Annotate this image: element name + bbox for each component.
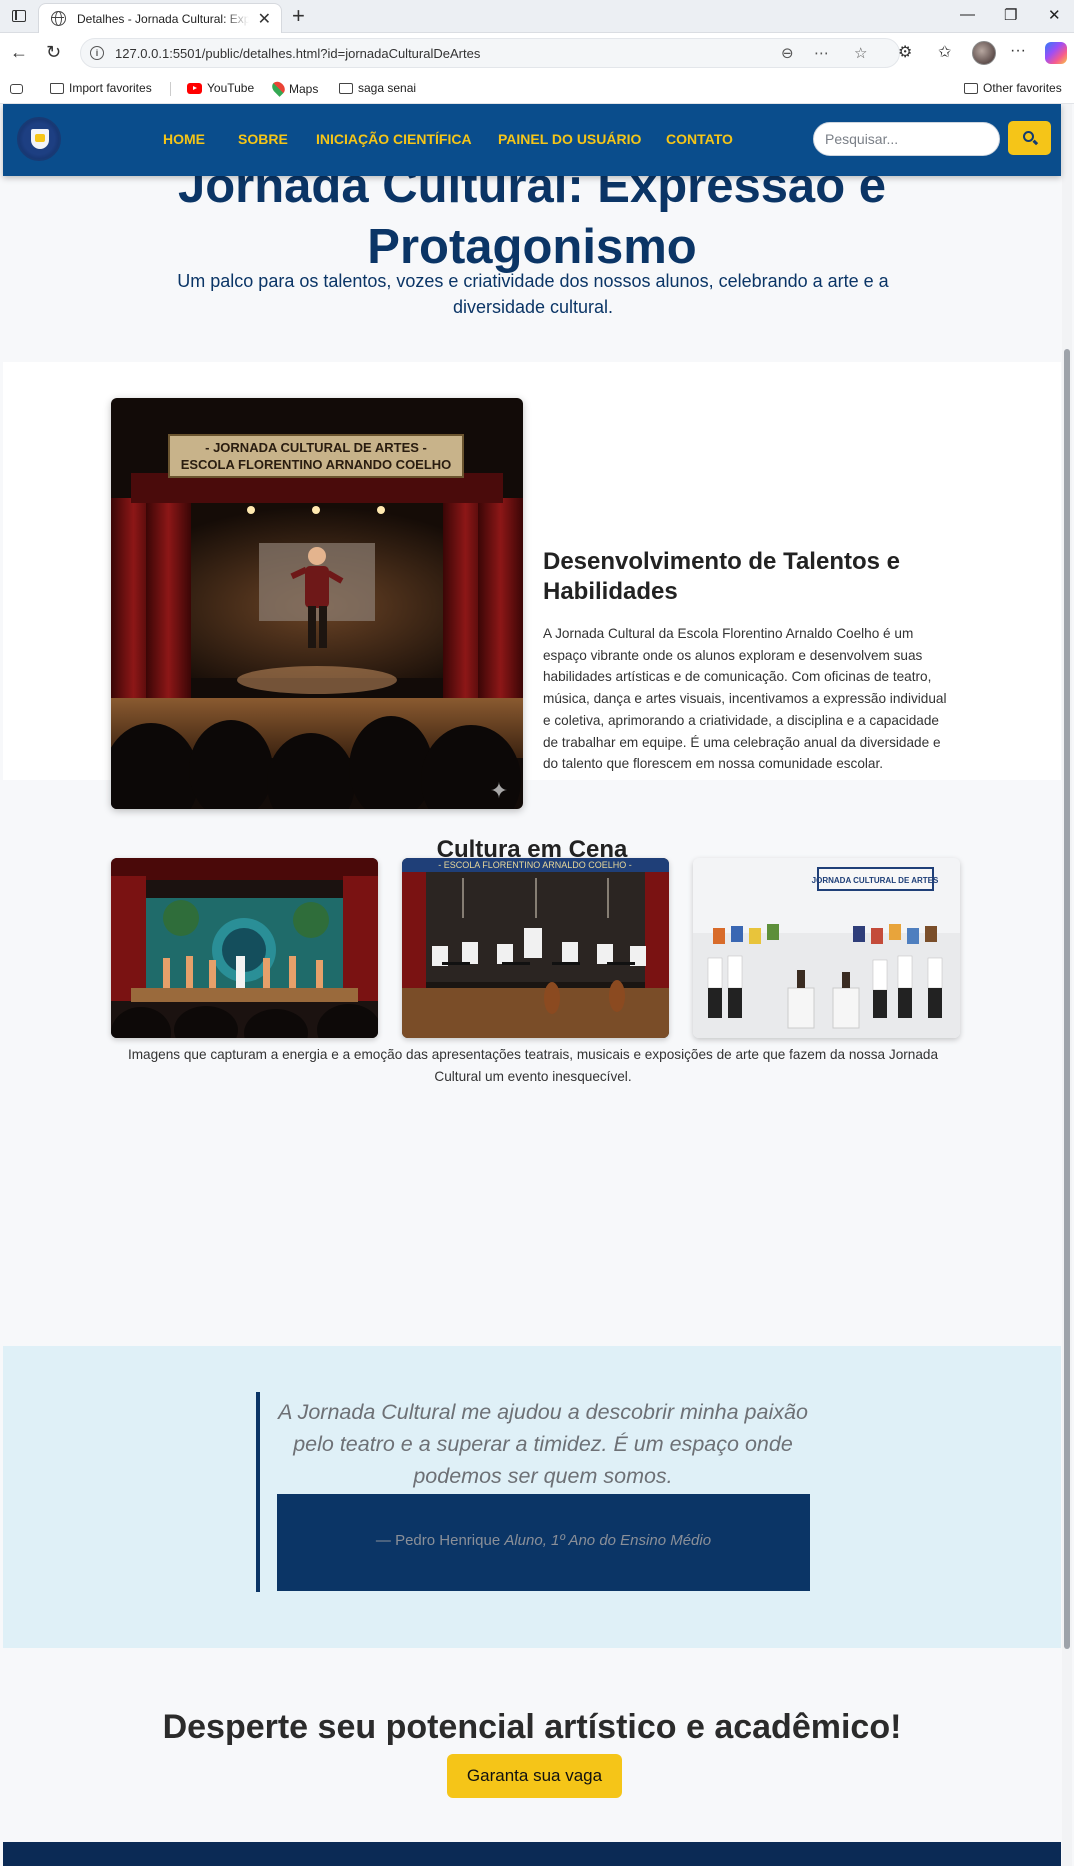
page: HOME SOBRE INICIAÇÃO CIENTÍFICA PAINEL D… — [3, 104, 1061, 1866]
site-header: HOME SOBRE INICIAÇÃO CIENTÍFICA PAINEL D… — [3, 104, 1061, 176]
nav-home[interactable]: HOME — [163, 131, 205, 147]
school-logo[interactable] — [17, 117, 61, 161]
globe-icon — [51, 11, 66, 26]
zoom-icon[interactable]: ⊖ — [781, 44, 794, 62]
bookmark-saga-senai[interactable]: saga senai — [339, 81, 416, 95]
more-menu-icon[interactable]: ··· — [1010, 42, 1026, 60]
page-subtitle: Um palco para os talentos, vozes e criat… — [177, 271, 889, 317]
url-field[interactable]: i 127.0.0.1:5501/public/detalhes.html?id… — [80, 38, 900, 68]
tab-title: Detalhes - Jornada Cultural: Expressão e… — [77, 12, 249, 26]
url-text: 127.0.0.1:5501/public/detalhes.html?id=j… — [115, 46, 481, 61]
back-icon[interactable]: ← — [10, 42, 28, 63]
nav-iniciacao-cientifica[interactable]: INICIAÇÃO CIENTÍFICA — [316, 131, 472, 147]
bookmark-youtube[interactable]: YouTube — [187, 81, 254, 95]
page-viewport: HOME SOBRE INICIAÇÃO CIENTÍFICA PAINEL D… — [0, 104, 1074, 1866]
bookmark-maps[interactable]: Maps — [269, 79, 318, 97]
bookmark-other-favorites[interactable]: Other favorites — [964, 81, 1062, 95]
favorites-icon[interactable]: ✩ — [938, 42, 951, 62]
nav-sobre[interactable]: SOBRE — [238, 131, 288, 147]
folder-icon — [964, 83, 978, 94]
read-aloud-icon[interactable]: ⋯ — [814, 44, 829, 62]
gallery-caption: Imagens que capturam a energia e a emoçã… — [127, 1047, 939, 1084]
minimize-icon[interactable]: — — [960, 6, 975, 23]
testimonial-author: — Pedro Henrique Aluno, 1º Ano do Ensino… — [375, 1532, 712, 1549]
orchestra-banner-text: - ESCOLA FLORENTINO ARNALDO COELHO - — [438, 860, 632, 870]
tab-actions-icon[interactable] — [10, 7, 30, 25]
scrollbar-thumb[interactable] — [1064, 349, 1070, 1649]
refresh-icon[interactable]: ↻ — [46, 42, 61, 63]
gallery-image-exhibition[interactable]: JORNADA CULTURAL DE ARTES — [693, 858, 960, 1038]
page-scrollbar[interactable] — [1062, 104, 1072, 1866]
bookmark-import-favorites[interactable]: Import favorites — [50, 81, 152, 95]
feature-text: A Jornada Cultural da Escola Florentino … — [543, 626, 947, 772]
theater-stage-image: - JORNADA CULTURAL DE ARTES - ESCOLA FLO… — [111, 398, 523, 809]
search-input[interactable] — [813, 122, 1000, 156]
new-tab-button[interactable]: + — [292, 3, 305, 29]
search-icon — [1023, 131, 1034, 142]
maps-icon — [269, 79, 288, 97]
bookmark-separator — [170, 82, 171, 96]
nav-contato[interactable]: CONTATO — [666, 131, 733, 147]
close-tab-icon[interactable]: ✕ — [258, 9, 271, 29]
reading-mode-icon[interactable] — [10, 81, 28, 95]
nav-painel-usuario[interactable]: PAINEL DO USUÁRIO — [498, 131, 641, 147]
site-footer — [3, 1842, 1061, 1866]
testimonial-author-role: Aluno, 1º Ano do Ensino Médio — [504, 1532, 712, 1549]
youtube-icon — [187, 83, 202, 94]
testimonial-quote: A Jornada Cultural me ajudou a descobrir… — [278, 1400, 808, 1488]
banner-text-1: - JORNADA CULTURAL DE ARTES - — [205, 440, 427, 455]
bookmarks-bar: Import favorites YouTube Maps saga senai… — [0, 74, 1074, 104]
copilot-icon[interactable] — [1045, 42, 1067, 64]
restore-icon[interactable]: ❐ — [1004, 6, 1017, 24]
search-button[interactable] — [1008, 121, 1051, 155]
testimonial-author-box: — Pedro Henrique Aluno, 1º Ano do Ensino… — [277, 1494, 810, 1591]
extensions-icon[interactable]: ⚙ — [898, 42, 912, 62]
shield-icon — [31, 129, 49, 149]
address-bar-row: ← ↻ i 127.0.0.1:5501/public/detalhes.htm… — [0, 33, 1074, 74]
site-info-icon[interactable]: i — [90, 46, 104, 60]
feature-title: Desenvolvimento de Talentos e Habilidade… — [543, 548, 900, 605]
banner-text-2: ESCOLA FLORENTINO ARNANDO COELHO — [181, 457, 452, 472]
quote-border — [256, 1392, 260, 1592]
browser-tab-bar: Detalhes - Jornada Cultural: Expressão e… — [0, 0, 1074, 33]
cta-title: Desperte seu potencial artístico e acadê… — [162, 1708, 902, 1746]
expo-banner-text: JORNADA CULTURAL DE ARTES — [812, 876, 939, 885]
close-window-icon[interactable]: ✕ — [1048, 6, 1061, 24]
gallery-image-theater[interactable] — [111, 858, 378, 1038]
favorite-star-icon[interactable]: ☆ — [854, 44, 867, 62]
gallery-image-orchestra[interactable]: - ESCOLA FLORENTINO ARNALDO COELHO - — [402, 858, 669, 1038]
folder-icon — [339, 83, 353, 94]
cta-button[interactable]: Garanta sua vaga — [447, 1754, 622, 1798]
profile-avatar[interactable] — [972, 41, 996, 65]
browser-tab-active[interactable]: Detalhes - Jornada Cultural: Expressão e… — [38, 3, 282, 33]
import-icon — [50, 83, 64, 94]
sparkle-icon: ✦ — [490, 778, 508, 803]
